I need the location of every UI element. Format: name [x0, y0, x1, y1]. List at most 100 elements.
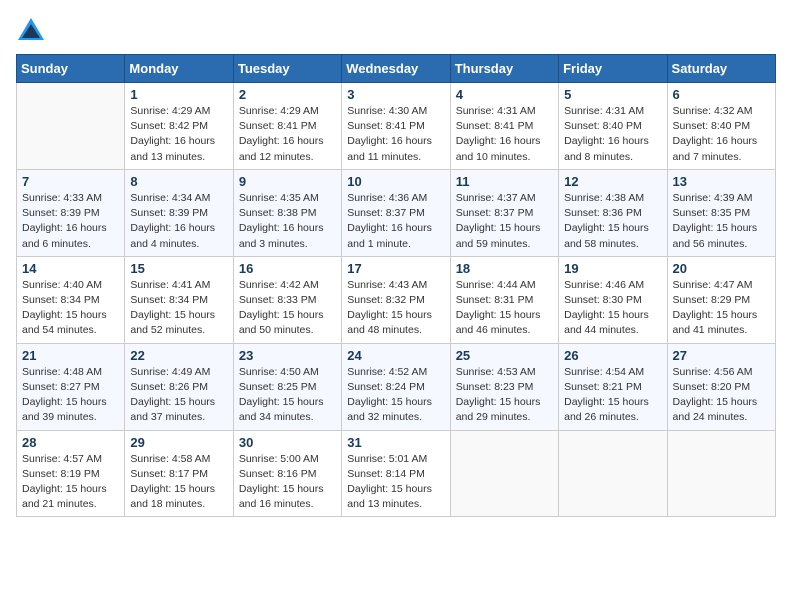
- calendar-cell: 17Sunrise: 4:43 AMSunset: 8:32 PMDayligh…: [342, 256, 450, 343]
- day-number: 23: [239, 348, 336, 363]
- calendar-cell: [450, 430, 558, 517]
- day-number: 27: [673, 348, 770, 363]
- calendar-cell: 8 Sunrise: 4:34 AMSunset: 8:39 PMDaylight…: [125, 169, 233, 256]
- day-number: 4: [456, 87, 553, 102]
- day-number: 19: [564, 261, 661, 276]
- day-info: Sunrise: 4:57 AMSunset: 8:19 PMDaylight:…: [22, 452, 119, 513]
- calendar-cell: 5 Sunrise: 4:31 AMSunset: 8:40 PMDaylight…: [559, 83, 667, 170]
- calendar-cell: 18 Sunrise: 4:44 AMSunset: 8:31 PMDayligh…: [450, 256, 558, 343]
- day-number: 15: [130, 261, 227, 276]
- day-number: 12: [564, 174, 661, 189]
- day-number: 10: [347, 174, 444, 189]
- calendar-cell: 24 Sunrise: 4:52 AMSunset: 8:24 PMDayligh…: [342, 343, 450, 430]
- calendar-cell: 6 Sunrise: 4:32 AMSunset: 8:40 PMDaylight…: [667, 83, 775, 170]
- logo-icon: [16, 16, 46, 46]
- day-info: Sunrise: 4:52 AMSunset: 8:24 PMDaylight:…: [347, 365, 444, 426]
- calendar-cell: 30 Sunrise: 5:00 AMSunset: 8:16 PMDayligh…: [233, 430, 341, 517]
- calendar-table: SundayMondayTuesdayWednesdayThursdayFrid…: [16, 54, 776, 517]
- day-info: Sunrise: 4:38 AMSunset: 8:36 PMDaylight:…: [564, 191, 661, 252]
- calendar-cell: 15Sunrise: 4:41 AMSunset: 8:34 PMDayligh…: [125, 256, 233, 343]
- calendar-cell: 16 Sunrise: 4:42 AMSunset: 8:33 PMDayligh…: [233, 256, 341, 343]
- day-info: Sunrise: 4:40 AMSunset: 8:34 PMDaylight:…: [22, 278, 119, 339]
- day-number: 5: [564, 87, 661, 102]
- calendar-cell: 3 Sunrise: 4:30 AMSunset: 8:41 PMDaylight…: [342, 83, 450, 170]
- day-info: Sunrise: 4:58 AMSunset: 8:17 PMDaylight:…: [130, 452, 227, 513]
- day-number: 28: [22, 435, 119, 450]
- day-number: 24: [347, 348, 444, 363]
- day-number: 13: [673, 174, 770, 189]
- calendar-cell: 28 Sunrise: 4:57 AMSunset: 8:19 PMDayligh…: [17, 430, 125, 517]
- day-number: 2: [239, 87, 336, 102]
- calendar-cell: 10 Sunrise: 4:36 AMSunset: 8:37 PMDayligh…: [342, 169, 450, 256]
- day-info: Sunrise: 4:39 AMSunset: 8:35 PMDaylight:…: [673, 191, 770, 252]
- calendar-cell: 31Sunrise: 5:01 AMSunset: 8:14 PMDayligh…: [342, 430, 450, 517]
- calendar-cell: 26 Sunrise: 4:54 AMSunset: 8:21 PMDayligh…: [559, 343, 667, 430]
- day-info: Sunrise: 4:46 AMSunset: 8:30 PMDaylight:…: [564, 278, 661, 339]
- day-number: 14: [22, 261, 119, 276]
- day-info: Sunrise: 4:34 AMSunset: 8:39 PMDaylight:…: [130, 191, 227, 252]
- page-header: [16, 16, 776, 46]
- day-number: 16: [239, 261, 336, 276]
- calendar-cell: 19 Sunrise: 4:46 AMSunset: 8:30 PMDayligh…: [559, 256, 667, 343]
- day-number: 8: [130, 174, 227, 189]
- day-number: 7: [22, 174, 119, 189]
- day-number: 26: [564, 348, 661, 363]
- day-info: Sunrise: 4:33 AMSunset: 8:39 PMDaylight:…: [22, 191, 119, 252]
- day-info: Sunrise: 4:50 AMSunset: 8:25 PMDaylight:…: [239, 365, 336, 426]
- day-info: Sunrise: 4:35 AMSunset: 8:38 PMDaylight:…: [239, 191, 336, 252]
- day-info: Sunrise: 4:29 AMSunset: 8:42 PMDaylight:…: [130, 104, 227, 165]
- day-info: Sunrise: 4:31 AMSunset: 8:41 PMDaylight:…: [456, 104, 553, 165]
- day-info: Sunrise: 4:30 AMSunset: 8:41 PMDaylight:…: [347, 104, 444, 165]
- header-cell-tuesday: Tuesday: [233, 55, 341, 83]
- header-cell-wednesday: Wednesday: [342, 55, 450, 83]
- calendar-cell: [559, 430, 667, 517]
- day-info: Sunrise: 4:37 AMSunset: 8:37 PMDaylight:…: [456, 191, 553, 252]
- calendar-cell: [17, 83, 125, 170]
- day-number: 9: [239, 174, 336, 189]
- day-number: 25: [456, 348, 553, 363]
- day-number: 3: [347, 87, 444, 102]
- calendar-body: 1 Sunrise: 4:29 AMSunset: 8:42 PMDaylight…: [17, 83, 776, 517]
- day-number: 17: [347, 261, 444, 276]
- calendar-week-row: 14 Sunrise: 4:40 AMSunset: 8:34 PMDayligh…: [17, 256, 776, 343]
- header-cell-sunday: Sunday: [17, 55, 125, 83]
- calendar-cell: 4 Sunrise: 4:31 AMSunset: 8:41 PMDaylight…: [450, 83, 558, 170]
- day-info: Sunrise: 4:56 AMSunset: 8:20 PMDaylight:…: [673, 365, 770, 426]
- day-info: Sunrise: 4:42 AMSunset: 8:33 PMDaylight:…: [239, 278, 336, 339]
- day-info: Sunrise: 4:36 AMSunset: 8:37 PMDaylight:…: [347, 191, 444, 252]
- day-info: Sunrise: 4:54 AMSunset: 8:21 PMDaylight:…: [564, 365, 661, 426]
- calendar-week-row: 7 Sunrise: 4:33 AMSunset: 8:39 PMDaylight…: [17, 169, 776, 256]
- day-number: 1: [130, 87, 227, 102]
- day-info: Sunrise: 4:53 AMSunset: 8:23 PMDaylight:…: [456, 365, 553, 426]
- calendar-cell: 11Sunrise: 4:37 AMSunset: 8:37 PMDayligh…: [450, 169, 558, 256]
- calendar-cell: 20 Sunrise: 4:47 AMSunset: 8:29 PMDayligh…: [667, 256, 775, 343]
- calendar-week-row: 1 Sunrise: 4:29 AMSunset: 8:42 PMDaylight…: [17, 83, 776, 170]
- calendar-cell: 21Sunrise: 4:48 AMSunset: 8:27 PMDayligh…: [17, 343, 125, 430]
- day-info: Sunrise: 5:00 AMSunset: 8:16 PMDaylight:…: [239, 452, 336, 513]
- calendar-cell: 9 Sunrise: 4:35 AMSunset: 8:38 PMDaylight…: [233, 169, 341, 256]
- calendar-cell: 25 Sunrise: 4:53 AMSunset: 8:23 PMDayligh…: [450, 343, 558, 430]
- day-info: Sunrise: 4:32 AMSunset: 8:40 PMDaylight:…: [673, 104, 770, 165]
- day-number: 18: [456, 261, 553, 276]
- day-number: 21: [22, 348, 119, 363]
- day-info: Sunrise: 4:44 AMSunset: 8:31 PMDaylight:…: [456, 278, 553, 339]
- day-info: Sunrise: 4:31 AMSunset: 8:40 PMDaylight:…: [564, 104, 661, 165]
- header-row: SundayMondayTuesdayWednesdayThursdayFrid…: [17, 55, 776, 83]
- calendar-cell: [667, 430, 775, 517]
- calendar-week-row: 21Sunrise: 4:48 AMSunset: 8:27 PMDayligh…: [17, 343, 776, 430]
- calendar-cell: 14 Sunrise: 4:40 AMSunset: 8:34 PMDayligh…: [17, 256, 125, 343]
- day-number: 29: [130, 435, 227, 450]
- header-cell-saturday: Saturday: [667, 55, 775, 83]
- calendar-cell: 1 Sunrise: 4:29 AMSunset: 8:42 PMDaylight…: [125, 83, 233, 170]
- header-cell-friday: Friday: [559, 55, 667, 83]
- header-cell-monday: Monday: [125, 55, 233, 83]
- logo: [16, 16, 50, 46]
- day-number: 30: [239, 435, 336, 450]
- calendar-cell: 13 Sunrise: 4:39 AMSunset: 8:35 PMDayligh…: [667, 169, 775, 256]
- day-info: Sunrise: 4:47 AMSunset: 8:29 PMDaylight:…: [673, 278, 770, 339]
- calendar-cell: 7 Sunrise: 4:33 AMSunset: 8:39 PMDaylight…: [17, 169, 125, 256]
- day-number: 6: [673, 87, 770, 102]
- calendar-header: SundayMondayTuesdayWednesdayThursdayFrid…: [17, 55, 776, 83]
- calendar-cell: 29 Sunrise: 4:58 AMSunset: 8:17 PMDayligh…: [125, 430, 233, 517]
- day-number: 20: [673, 261, 770, 276]
